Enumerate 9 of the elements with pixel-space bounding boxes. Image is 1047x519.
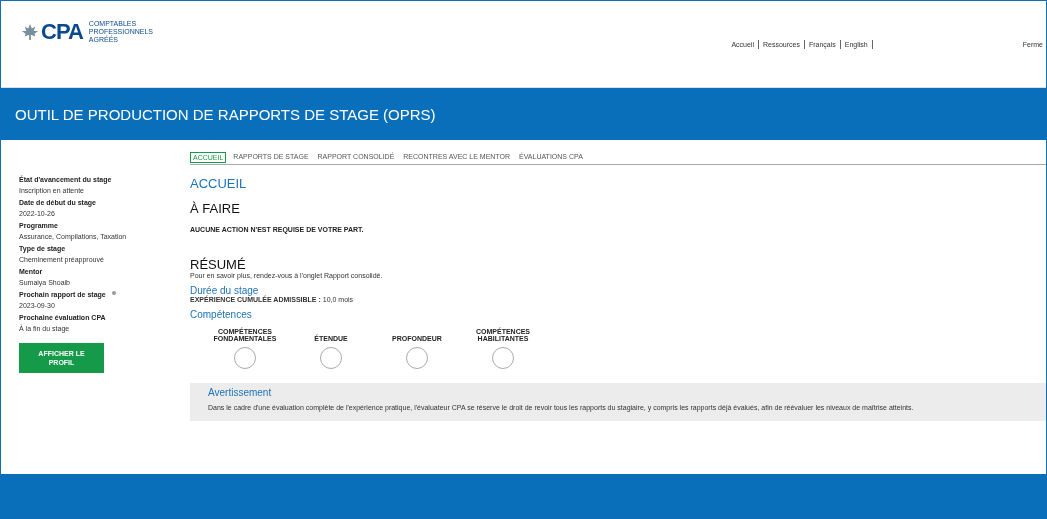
subsection-heading: Compétences xyxy=(190,309,253,320)
subsection-heading: Durée du stage xyxy=(190,285,259,296)
page-title: ACCUEIL xyxy=(190,176,248,191)
banner-title: OUTIL DE PRODUCTION DE RAPPORTS DE STAGE (OPRS) xyxy=(15,105,436,123)
section-heading: À FAIRE xyxy=(190,201,241,216)
section-heading: RÉSUMÉ xyxy=(190,257,247,272)
maple-leaf-icon xyxy=(21,23,39,41)
logo-text: CPA xyxy=(41,19,83,45)
warning-heading: Avertissement xyxy=(208,387,273,398)
